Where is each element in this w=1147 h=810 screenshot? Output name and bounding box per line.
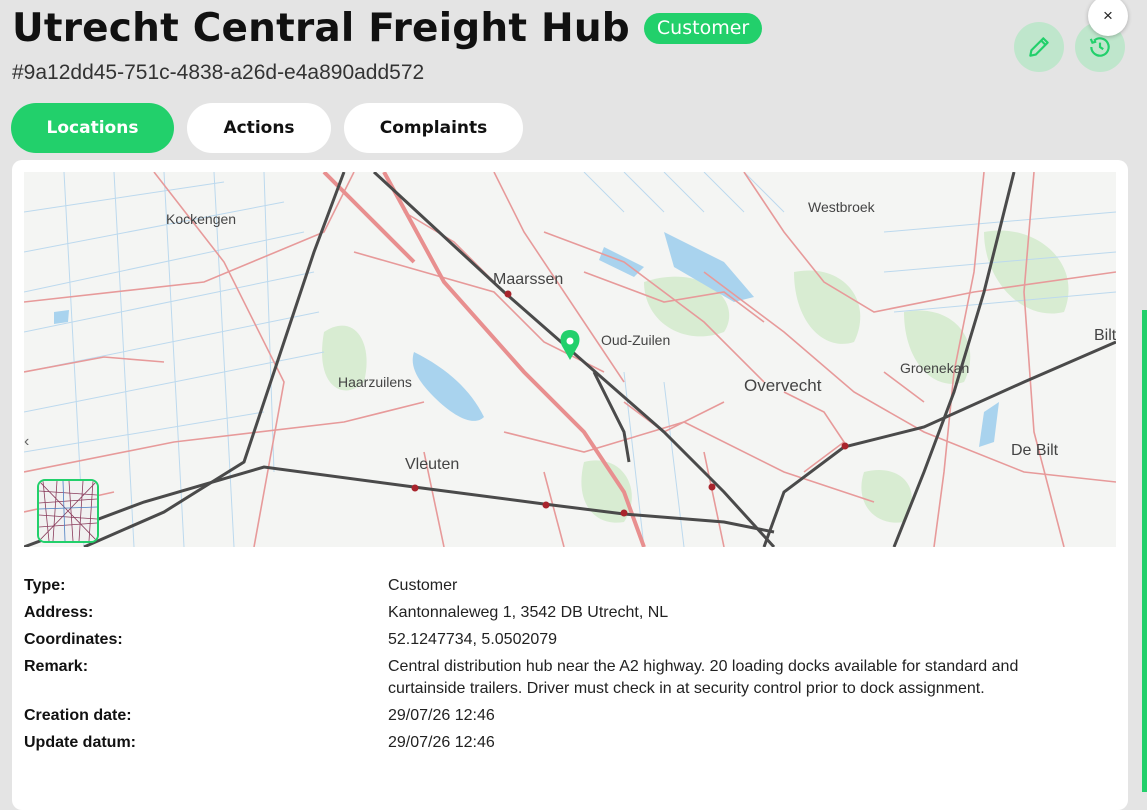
page-title: Utrecht Central Freight Hub — [12, 6, 630, 51]
map-label-kockengen: Kockengen — [166, 211, 236, 227]
detail-row-remark: Remark: Central distribution hub near th… — [24, 656, 1116, 700]
layer-switcher-thumbnail[interactable] — [37, 479, 99, 543]
location-map[interactable]: Kockengen Westbroek Maarssen Oud-Zuilen … — [24, 172, 1116, 547]
record-id: #9a12dd45-751c-4838-a26d-e4a890add572 — [12, 61, 425, 84]
detail-row-coordinates: Coordinates: 52.1247734, 5.0502079 — [24, 629, 1116, 651]
close-icon: × — [1103, 6, 1113, 25]
detail-row-type: Type: Customer — [24, 575, 1116, 597]
coordinates-value: 52.1247734, 5.0502079 — [388, 631, 558, 648]
map-label-haarzuilens: Haarzuilens — [338, 374, 412, 390]
map-label-vleuten: Vleuten — [405, 456, 459, 473]
update-date-label: Update datum: — [24, 734, 136, 751]
header-title-row: Utrecht Central Freight Hub Customer — [12, 6, 763, 51]
tab-complaints[interactable]: Complaints — [344, 103, 523, 153]
map-water — [54, 232, 999, 447]
panel-edge-indicator — [1142, 310, 1147, 792]
tab-bar: Locations Actions Complaints — [11, 103, 523, 153]
status-badge: Customer — [643, 13, 763, 44]
edit-button[interactable] — [1014, 22, 1064, 72]
coordinates-label: Coordinates: — [24, 631, 123, 648]
update-date-value: 29/07/26 12:46 — [388, 734, 495, 751]
close-button[interactable]: × — [1088, 0, 1128, 36]
creation-date-label: Creation date: — [24, 707, 132, 724]
map-collapse-icon[interactable]: ‹ — [24, 433, 29, 450]
map-label-oud-zuilen: Oud-Zuilen — [601, 332, 670, 348]
history-icon — [1089, 37, 1110, 57]
map-label-bilt: Bilt — [1094, 327, 1116, 344]
detail-row-creation-date: Creation date: 29/07/26 12:46 — [24, 705, 1116, 727]
address-value: Kantonnaleweg 1, 3542 DB Utrecht, NL — [388, 604, 669, 621]
remark-label: Remark: — [24, 658, 89, 675]
tab-actions[interactable]: Actions — [187, 103, 331, 153]
type-label: Type: — [24, 577, 66, 594]
map-label-de-bilt: De Bilt — [1011, 442, 1059, 459]
remark-value: Central distribution hub near the A2 hig… — [388, 658, 1019, 697]
detail-row-address: Address: Kantonnaleweg 1, 3542 DB Utrech… — [24, 602, 1116, 624]
map-label-maarssen: Maarssen — [493, 271, 563, 288]
map-label-groenekan: Groenekan — [900, 360, 969, 376]
map-label-westbroek: Westbroek — [808, 199, 876, 215]
type-value: Customer — [388, 577, 458, 594]
detail-row-update-date: Update datum: 29/07/26 12:46 — [24, 732, 1116, 754]
creation-date-value: 29/07/26 12:46 — [388, 707, 495, 724]
pencil-icon — [1029, 37, 1049, 57]
address-label: Address: — [24, 604, 94, 621]
location-details: Type: Customer Address: Kantonnaleweg 1,… — [24, 575, 1116, 759]
tab-locations[interactable]: Locations — [11, 103, 174, 153]
map-label-overvecht: Overvecht — [744, 376, 822, 395]
